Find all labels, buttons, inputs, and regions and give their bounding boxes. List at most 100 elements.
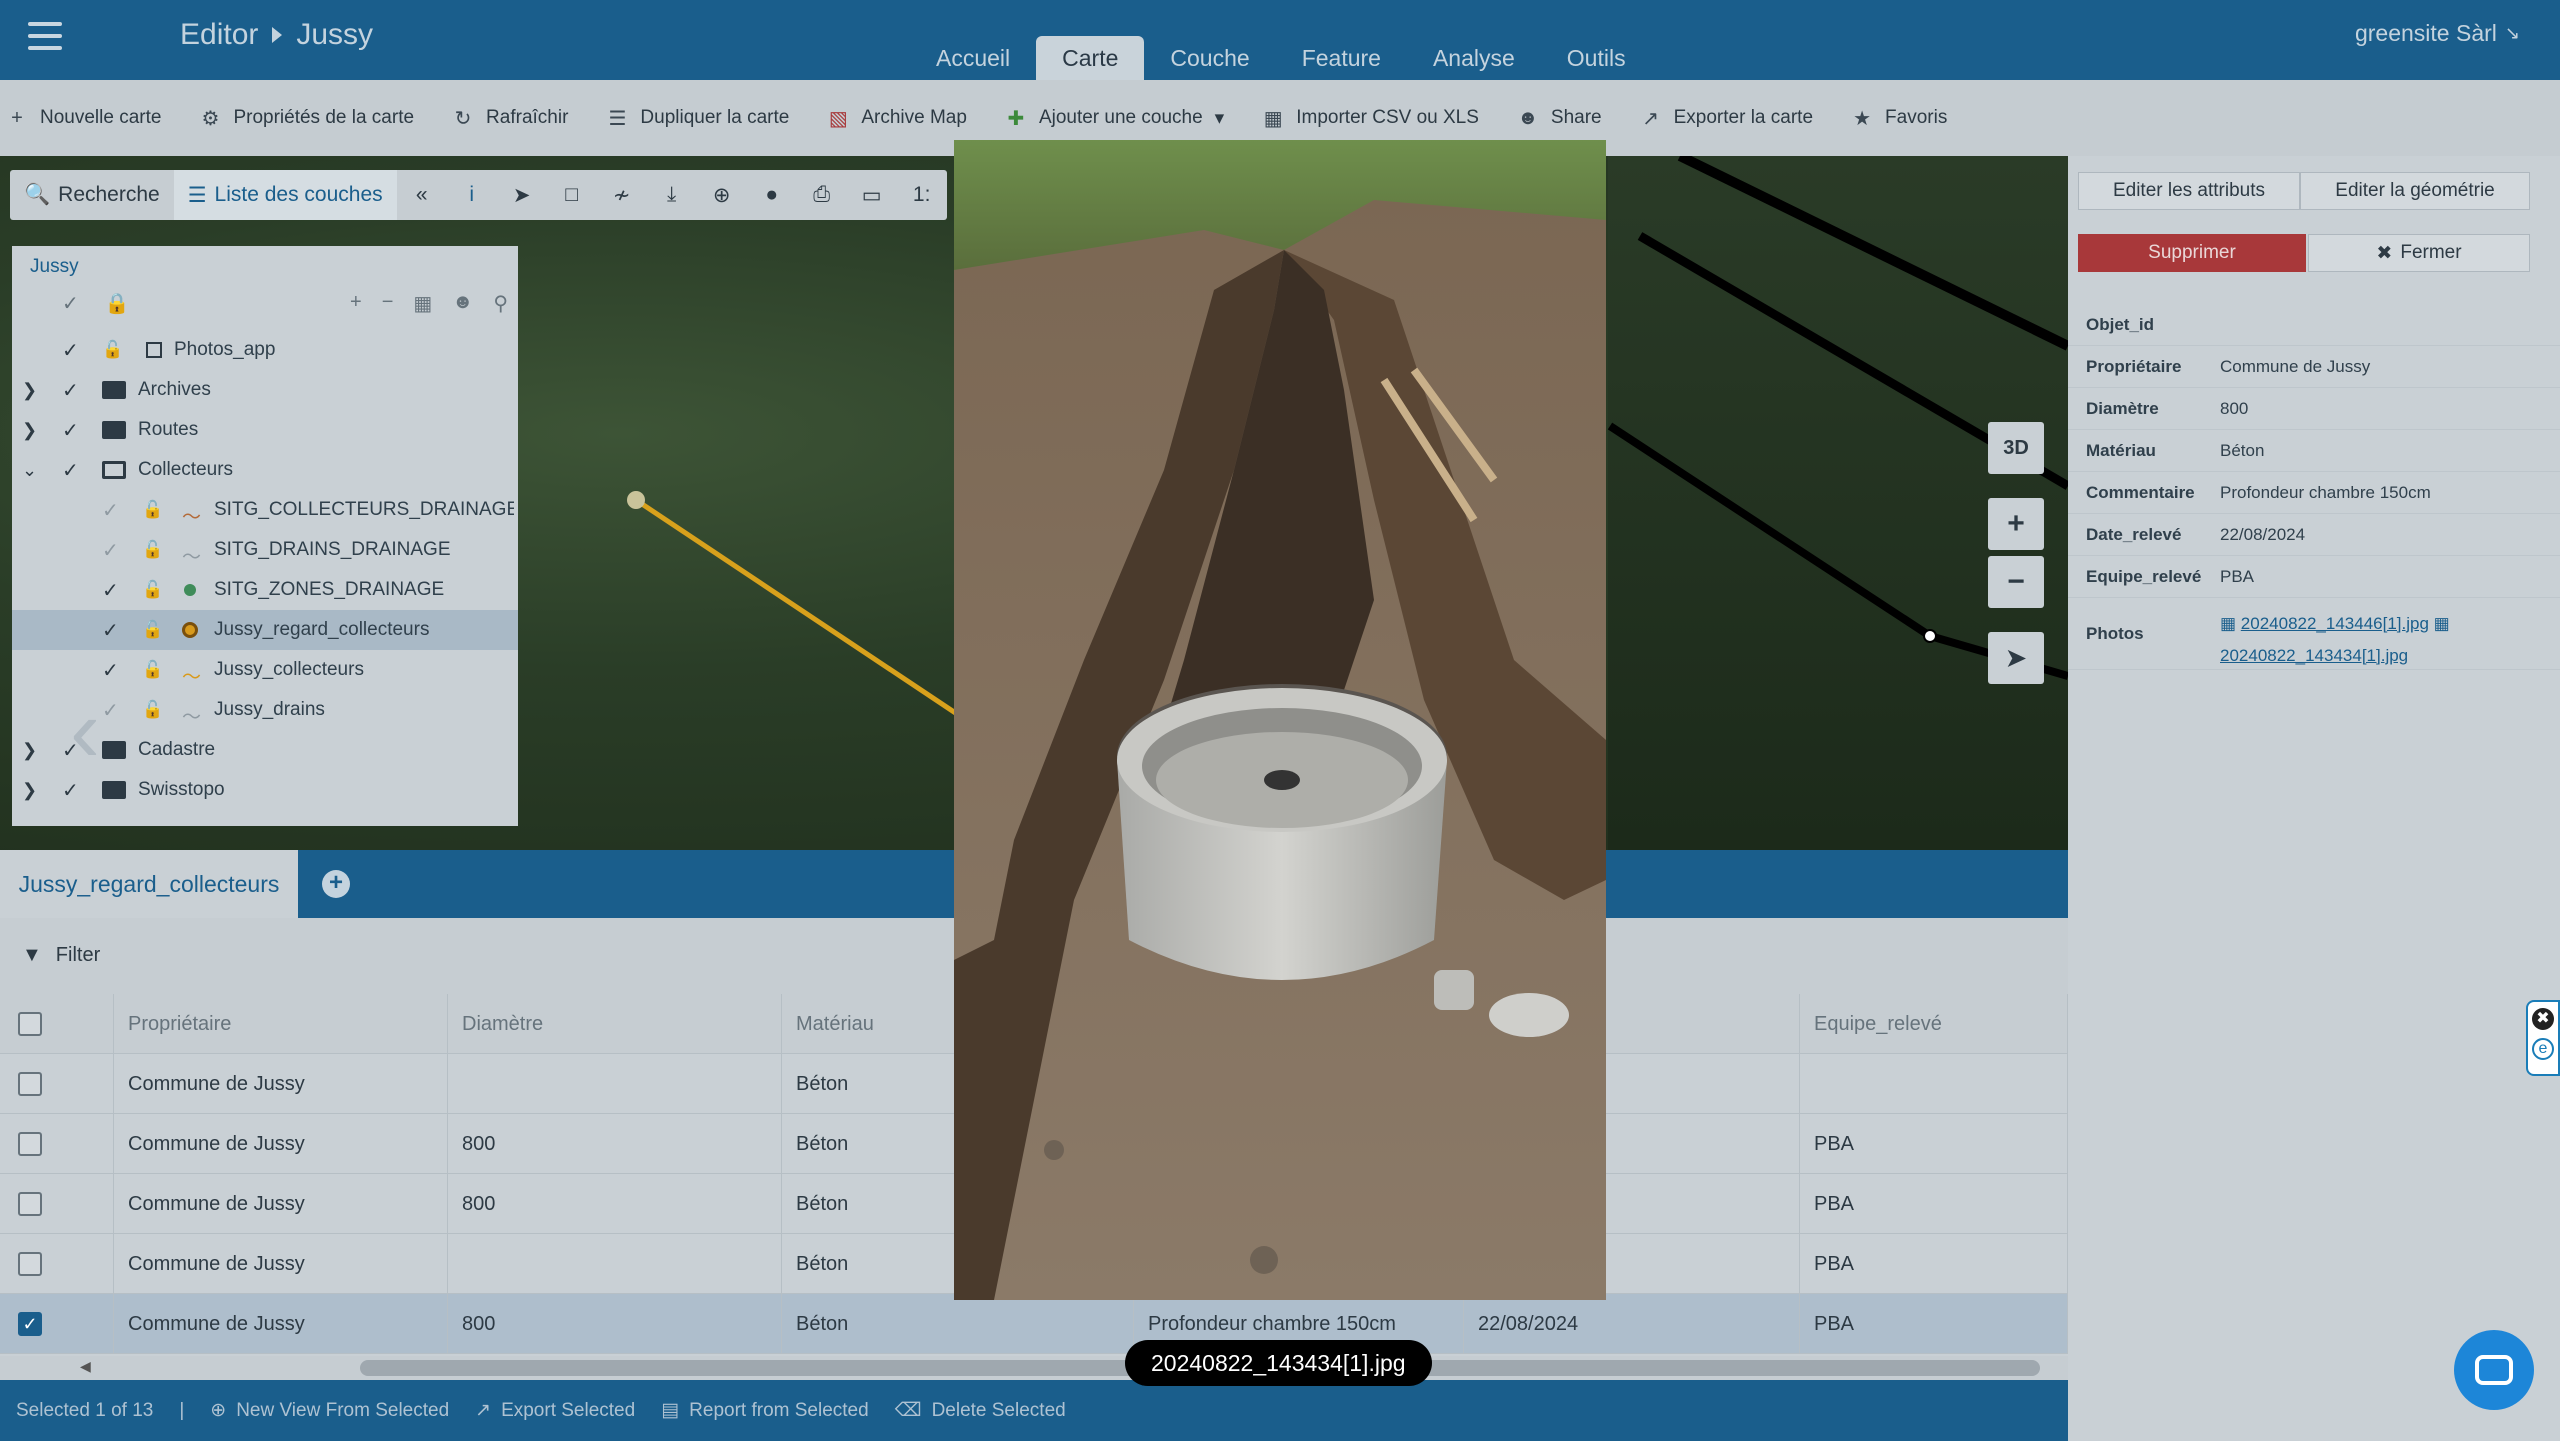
chat-button[interactable] [2454, 1330, 2534, 1410]
report-button[interactable]: ▤ Report from Selected [661, 1399, 868, 1422]
visible-check-icon[interactable]: ✓ [102, 698, 124, 723]
chevron-down-icon[interactable]: ⌄ [22, 460, 42, 481]
refresh-button[interactable]: ↻ Rafraîchir [452, 107, 569, 130]
tree-row-routes[interactable]: ❯ ✓ Routes [12, 410, 518, 450]
check-all-icon[interactable]: ✓ [62, 291, 79, 316]
photo-link-1[interactable]: 20240822_143446[1].jpg [2241, 614, 2429, 633]
select-all-checkbox[interactable] [18, 1012, 42, 1036]
lock-all-icon[interactable]: 🔒 [105, 291, 130, 316]
tree-row-photos[interactable]: ✓ 🔓 Photos_app [12, 330, 518, 370]
scroll-left-icon[interactable]: ◀ [80, 1358, 91, 1375]
col-equipe[interactable]: Equipe_relevé [1800, 994, 2068, 1054]
import-csv-button[interactable]: ▦ Importer CSV ou XLS [1262, 107, 1479, 130]
chevron-right-icon[interactable]: ❯ [22, 380, 42, 401]
lock-icon[interactable]: 🔓 [142, 500, 163, 520]
col-proprietaire[interactable]: Propriétaire [114, 994, 448, 1054]
zoom-icon[interactable]: ⊕ [697, 170, 747, 220]
lock-icon[interactable]: 🔓 [142, 580, 163, 600]
table-row-selected[interactable]: ✓ Commune de Jussy 800 Béton Profondeur … [0, 1294, 2068, 1354]
user-menu[interactable]: greensite Sàrl ↘ [2355, 20, 2520, 47]
download-icon[interactable]: ⤓ [647, 170, 697, 220]
tree-row-jussy-regard[interactable]: ✓ 🔓 Jussy_regard_collecteurs [12, 610, 518, 650]
remove-layer-icon[interactable]: − [382, 291, 394, 316]
tab-accueil[interactable]: Accueil [910, 36, 1036, 80]
previous-photo-icon[interactable]: ‹ [70, 680, 100, 783]
duplicate-map-button[interactable]: ☰ Dupliquer la carte [606, 107, 789, 130]
visible-check-icon[interactable]: ✓ [102, 578, 124, 603]
col-diametre[interactable]: Diamètre [448, 994, 782, 1054]
photo-link-2[interactable]: 20240822_143434[1].jpg [2220, 646, 2408, 665]
edit-geometry-button[interactable]: Editer la géométrie [2300, 172, 2530, 210]
layer-list-tab[interactable]: ☰ Liste des couches [173, 170, 397, 220]
scale-label[interactable]: 1: [897, 170, 947, 220]
lock-icon[interactable]: 🔓 [142, 540, 163, 560]
visible-check-icon[interactable]: ✓ [62, 458, 84, 483]
row-checkbox[interactable] [18, 1252, 42, 1276]
3d-button[interactable]: 3D [1988, 422, 2044, 474]
add-layer-icon[interactable]: + [350, 291, 362, 316]
new-map-button[interactable]: + Nouvelle carte [6, 107, 161, 129]
lock-icon[interactable]: 🔓 [102, 340, 123, 360]
frame-icon[interactable]: ▭ [847, 170, 897, 220]
export-map-button[interactable]: ↗ Exporter la carte [1640, 107, 1813, 130]
info-icon[interactable]: i [447, 170, 497, 220]
side-widget[interactable]: ✖ e [2526, 1000, 2560, 1076]
chevron-right-icon[interactable]: ❯ [22, 740, 42, 761]
export-selected-button[interactable]: ↗ Export Selected [475, 1399, 635, 1422]
measure-icon[interactable]: ≁ [597, 170, 647, 220]
map-properties-button[interactable]: ⚙ Propriétés de la carte [199, 107, 414, 130]
chevron-right-icon[interactable]: ❯ [22, 420, 42, 441]
visible-check-icon[interactable]: ✓ [102, 498, 124, 523]
tree-row-sitg-drains[interactable]: ✓ 🔓 〜 SITG_DRAINS_DRAINAGE [12, 530, 518, 570]
widget-e-icon[interactable]: e [2532, 1038, 2554, 1060]
visible-check-icon[interactable]: ✓ [62, 418, 84, 443]
filter-button[interactable]: ▼ Filter [22, 944, 100, 967]
row-checkbox[interactable] [18, 1192, 42, 1216]
row-checkbox[interactable] [18, 1132, 42, 1156]
visible-check-icon[interactable]: ✓ [62, 338, 84, 363]
tab-couche[interactable]: Couche [1144, 36, 1275, 80]
tab-carte[interactable]: Carte [1036, 36, 1145, 80]
visible-check-icon[interactable]: ✓ [102, 538, 124, 563]
new-view-button[interactable]: ⊕ New View From Selected [210, 1399, 449, 1422]
tree-row-archives[interactable]: ❯ ✓ Archives [12, 370, 518, 410]
pointer-icon[interactable]: ➤ [497, 170, 547, 220]
tree-row-sitg-zones[interactable]: ✓ 🔓 SITG_ZONES_DRAINAGE [12, 570, 518, 610]
add-layer-button[interactable]: ✚ Ajouter une couche ▾ [1005, 107, 1225, 130]
breadcrumb-app[interactable]: Editor [180, 18, 258, 52]
checkbox-icon[interactable] [146, 342, 162, 358]
breadcrumb-project[interactable]: Jussy [296, 18, 373, 52]
tab-feature[interactable]: Feature [1276, 36, 1407, 80]
locate-icon[interactable]: ➤ [1988, 632, 2044, 684]
share-button[interactable]: ☻ Share [1517, 107, 1601, 129]
archive-map-button[interactable]: ▧ Archive Map [827, 107, 967, 130]
lock-icon[interactable]: 🔓 [142, 700, 163, 720]
user-icon[interactable]: ☻ [452, 291, 473, 316]
tree-row-collecteurs[interactable]: ⌄ ✓ Collecteurs [12, 450, 518, 490]
lock-icon[interactable]: 🔓 [142, 660, 163, 680]
folder-icon[interactable]: ▦ [413, 291, 432, 316]
select-box-icon[interactable]: □ [547, 170, 597, 220]
collapse-icon[interactable]: « [397, 170, 447, 220]
close-button[interactable]: ✖ Fermer [2308, 234, 2530, 272]
search-tab[interactable]: 🔍 Recherche [10, 170, 174, 220]
tree-root[interactable]: Jussy [30, 256, 79, 278]
close-widget-icon[interactable]: ✖ [2532, 1008, 2554, 1030]
delete-button[interactable]: Supprimer [2078, 234, 2306, 272]
visible-check-icon[interactable]: ✓ [102, 658, 124, 683]
menu-icon[interactable] [28, 22, 62, 50]
search-layer-icon[interactable]: ⚲ [493, 291, 508, 316]
add-tab-icon[interactable]: + [322, 870, 350, 898]
delete-selected-button[interactable]: ⌫ Delete Selected [895, 1399, 1066, 1422]
tree-row-sitg-collecteurs[interactable]: ✓ 🔓 〜 SITG_COLLECTEURS_DRAINAGE [12, 490, 518, 530]
row-checkbox-checked[interactable]: ✓ [18, 1312, 42, 1336]
globe-icon[interactable]: ● [747, 170, 797, 220]
favorites-button[interactable]: ★ Favoris [1851, 107, 1947, 130]
layer-tab-jussy-regard[interactable]: Jussy_regard_collecteurs [0, 850, 298, 918]
print-icon[interactable]: ⎙ [797, 170, 847, 220]
visible-check-icon[interactable]: ✓ [62, 378, 84, 403]
edit-attributes-button[interactable]: Editer les attributs [2078, 172, 2300, 210]
row-checkbox[interactable] [18, 1072, 42, 1096]
lock-icon[interactable]: 🔓 [142, 620, 163, 640]
chevron-right-icon[interactable]: ❯ [22, 780, 42, 801]
